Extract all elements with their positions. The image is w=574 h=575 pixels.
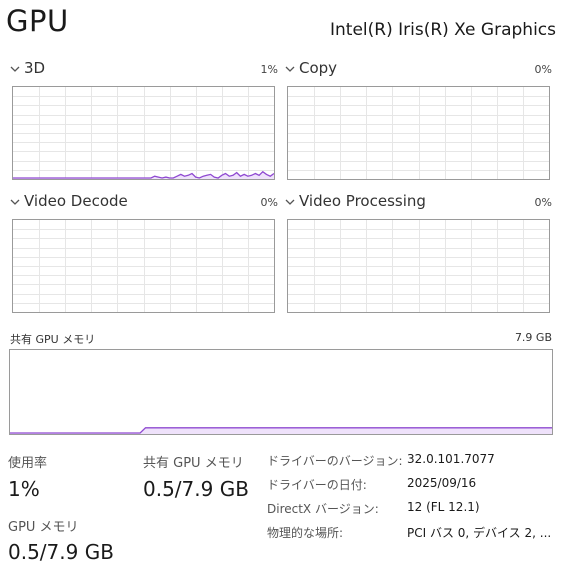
panel-video-processing-percent: 0% [534,196,552,209]
panel-copy-header[interactable]: Copy [284,59,337,77]
chevron-down-icon [285,66,295,72]
panel-video-processing-label: Video Processing [299,192,426,210]
panel-3d-header[interactable]: 3D [9,59,45,77]
directx-version-value: 12 (FL 12.1) [407,500,480,514]
gpu-mem-value: 0.5/7.9 GB [8,540,114,564]
chevron-down-icon [10,66,20,72]
driver-version-value: 32.0.101.7077 [407,452,495,466]
panel-copy-percent: 0% [534,63,552,76]
panel-video-processing-header[interactable]: Video Processing [284,192,426,210]
page-title: GPU [6,4,69,38]
shared-mem-value: 0.5/7.9 GB [143,477,249,501]
panel-3d-label: 3D [24,59,46,77]
driver-date-value: 2025/09/16 [407,476,477,490]
physical-location-value: PCI バス 0, デバイス 2, ... [407,526,552,540]
shared-memory-label: 共有 GPU メモリ [10,333,96,346]
panel-copy-label: Copy [299,59,338,77]
gpu-mem-label: GPU メモリ [8,520,79,535]
usage-label: 使用率 [8,456,48,471]
graph-3d [12,86,275,180]
panel-video-decode-label: Video Decode [24,192,128,210]
panel-3d-percent: 1% [260,63,278,76]
chevron-down-icon [10,199,20,205]
panel-video-decode-header[interactable]: Video Decode [9,192,128,210]
chevron-down-icon [285,199,295,205]
driver-version-label: ドライバーのバージョン: [267,454,403,468]
graph-copy [287,86,550,180]
panel-video-decode-percent: 0% [260,196,278,209]
usage-value: 1% [8,477,40,501]
physical-location-label: 物理的な場所: [267,526,344,540]
graph-shared-memory [9,349,553,435]
driver-date-label: ドライバーの日付: [267,478,367,492]
graph-video-processing [287,219,550,313]
gpu-name: Intel(R) Iris(R) Xe Graphics [330,20,556,40]
directx-version-label: DirectX バージョン: [267,502,379,516]
shared-memory-max: 7.9 GB [514,331,552,344]
shared-mem-label: 共有 GPU メモリ [143,456,244,471]
graph-video-decode [12,219,275,313]
